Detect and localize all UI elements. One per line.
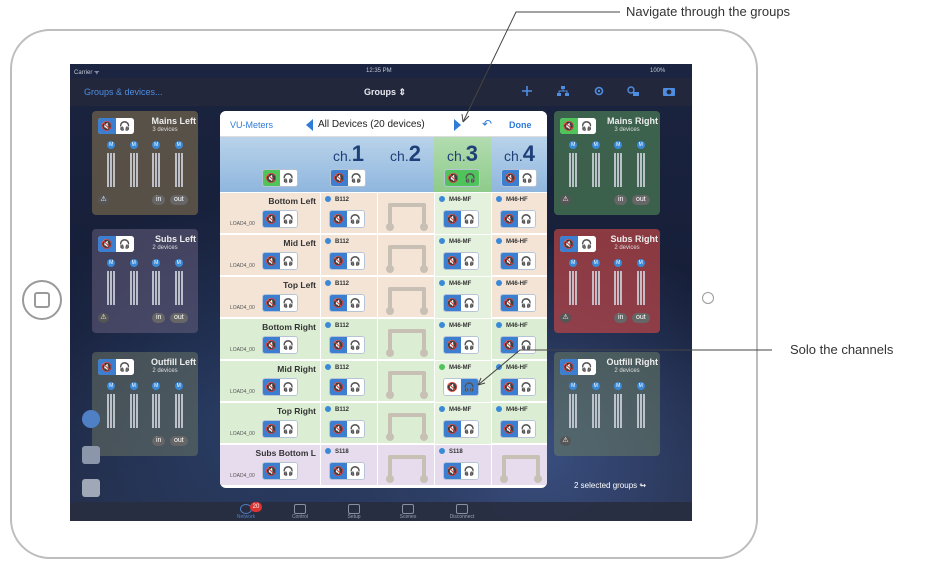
tutorial-canvas: Carrier ᯤ 12:35 PM 100% Groups & devices… [0, 0, 940, 562]
callout-navigate: Navigate through the groups [626, 4, 791, 19]
callout-solo: Solo the channels [790, 342, 894, 357]
callout-lines [461, 11, 772, 386]
